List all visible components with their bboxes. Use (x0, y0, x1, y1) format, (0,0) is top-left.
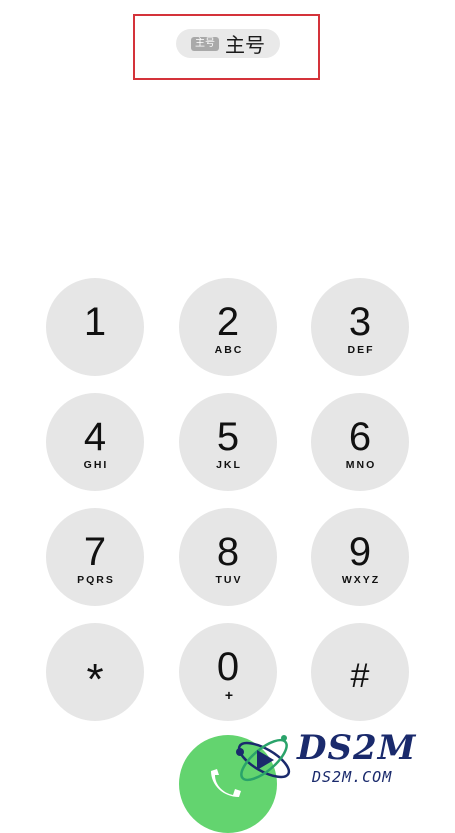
key-6[interactable]: 6 MNO (311, 393, 409, 491)
key-2[interactable]: 2 ABC (179, 278, 277, 376)
key-7[interactable]: 7 PQRS (46, 508, 144, 606)
atom-logo-icon (236, 735, 291, 782)
key-digit: 0 (216, 645, 240, 689)
watermark-title: DS2M (297, 728, 417, 768)
key-digit: 5 (216, 415, 240, 459)
key-digit: 9 (348, 530, 372, 574)
key-letters: ABC (214, 344, 244, 356)
key-4[interactable]: 4 GHI (46, 393, 144, 491)
watermark-logo: DS2M DS2M.COM (232, 728, 447, 792)
key-9[interactable]: 9 WXYZ (311, 508, 409, 606)
key-digit: 8 (216, 530, 240, 574)
key-8[interactable]: 8 TUV (179, 508, 277, 606)
key-letters: DEF (347, 344, 375, 356)
key-letters: GHI (83, 459, 109, 471)
key-digit: # (350, 657, 370, 695)
key-digit: 1 (83, 300, 107, 344)
key-hash[interactable]: # (311, 623, 409, 721)
dial-keypad: 1 2 ABC 3 DEF 4 GHI 5 JKL 6 MNO 7 PQRS 8… (0, 0, 455, 795)
key-digit: 6 (348, 415, 372, 459)
key-3[interactable]: 3 DEF (311, 278, 409, 376)
key-digit: * (86, 655, 104, 704)
key-digit: 4 (83, 415, 107, 459)
key-1[interactable]: 1 (46, 278, 144, 376)
key-letters: MNO (345, 459, 377, 471)
key-0[interactable]: 0 + (179, 623, 277, 721)
key-letters: WXYZ (341, 574, 381, 586)
key-digit: 3 (348, 300, 372, 344)
key-letters: TUV (215, 574, 243, 586)
key-letters: PQRS (77, 574, 115, 586)
key-digit: 2 (216, 300, 240, 344)
key-star[interactable]: * (46, 623, 144, 721)
key-letters: + (224, 687, 234, 703)
watermark-subtitle: DS2M.COM (312, 768, 393, 786)
key-letters (94, 344, 96, 356)
key-letters: JKL (216, 459, 242, 471)
key-5[interactable]: 5 JKL (179, 393, 277, 491)
key-digit: 7 (83, 530, 107, 574)
